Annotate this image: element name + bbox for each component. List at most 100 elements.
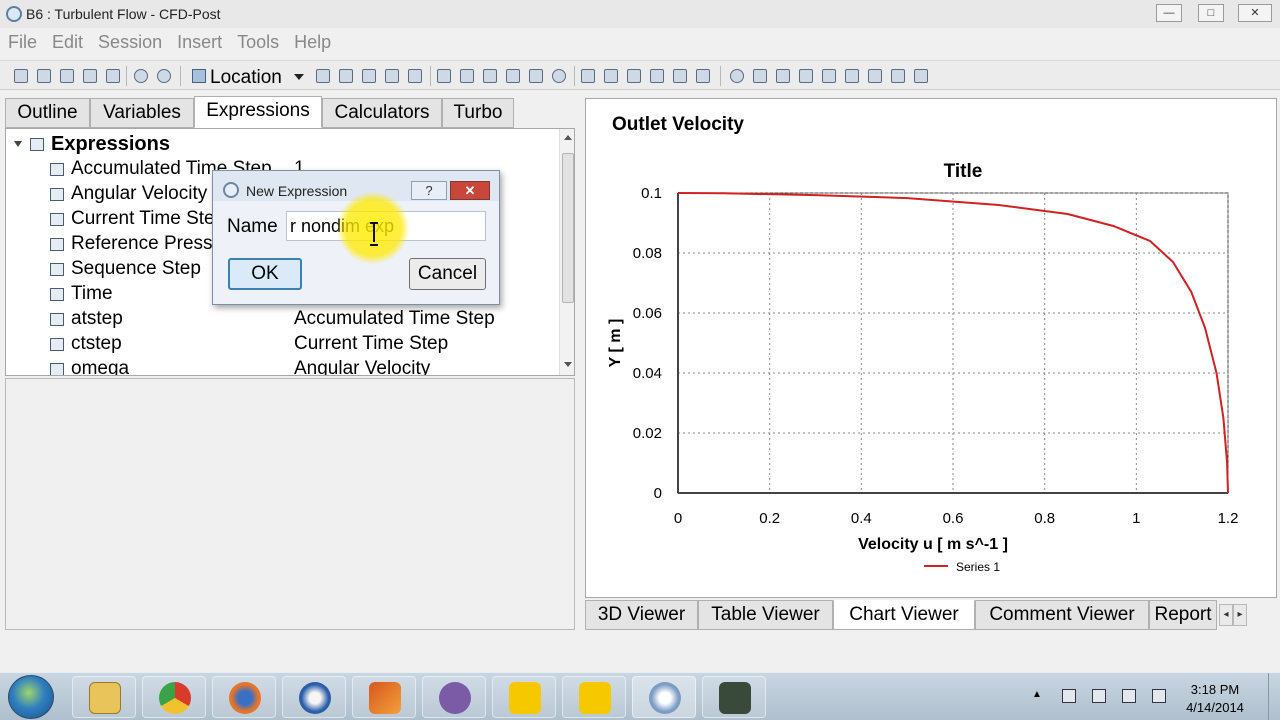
close-button[interactable]: ✕ <box>1238 4 1272 22</box>
minimize-button[interactable]: — <box>1156 4 1182 22</box>
tab-expressions[interactable]: Expressions <box>194 96 322 128</box>
toolbar-separator <box>574 66 575 86</box>
variable-icon[interactable] <box>581 69 595 83</box>
taskbar-matlab[interactable] <box>352 676 416 718</box>
quick-editor-icon[interactable] <box>799 69 813 83</box>
menu-file[interactable]: File <box>0 28 44 53</box>
command-editor-icon[interactable] <box>914 69 928 83</box>
action-center-flag-icon[interactable] <box>1062 689 1076 703</box>
menu-bar: File Edit Session Insert Tools Help <box>0 28 1280 58</box>
menu-insert[interactable]: Insert <box>169 28 229 53</box>
macro-calculator-icon[interactable] <box>868 69 882 83</box>
load-results-icon[interactable] <box>60 69 74 83</box>
coordinate-frame-icon[interactable] <box>460 69 474 83</box>
tab-turbo[interactable]: Turbo <box>442 98 514 128</box>
taskbar-ansys-fluent[interactable] <box>562 676 626 718</box>
ok-button[interactable]: OK <box>228 258 302 290</box>
new-file-icon[interactable] <box>14 69 28 83</box>
legend-icon[interactable] <box>483 69 497 83</box>
details-panel <box>5 378 575 630</box>
tab-chart-viewer[interactable]: Chart Viewer <box>833 600 975 630</box>
redo-icon[interactable] <box>157 69 171 83</box>
show-hidden-icons-icon[interactable]: ▲ <box>1032 689 1046 703</box>
save-picture-icon[interactable] <box>106 69 120 83</box>
tree-item[interactable]: atstep Accumulated Time Step <box>6 307 558 332</box>
figure-icon[interactable] <box>696 69 710 83</box>
dialog-close-button[interactable]: ✕ <box>450 181 490 200</box>
mesh-calculator-icon[interactable] <box>891 69 905 83</box>
clock-icon[interactable] <box>730 69 744 83</box>
location-dropdown[interactable]: Location <box>190 64 308 88</box>
expression-name: omega <box>71 358 130 376</box>
vector-icon[interactable] <box>316 69 330 83</box>
streamline-icon[interactable] <box>362 69 376 83</box>
system-clock[interactable]: 3:18 PM 4/14/2014 <box>1175 681 1255 717</box>
animation-icon[interactable] <box>776 69 790 83</box>
cancel-button[interactable]: Cancel <box>409 258 486 290</box>
taskbar-cfd-post[interactable] <box>632 676 696 718</box>
tab-3d-viewer[interactable]: 3D Viewer <box>585 600 698 630</box>
function-calculator-icon[interactable] <box>845 69 859 83</box>
taskbar-chrome[interactable] <box>142 676 206 718</box>
expression-icon[interactable] <box>604 69 618 83</box>
tree-item[interactable]: ctstep Current Time Step <box>6 332 558 357</box>
color-map-icon[interactable] <box>552 69 566 83</box>
tab-outline[interactable]: Outline <box>5 98 90 128</box>
contour-icon[interactable] <box>339 69 353 83</box>
clip-plane-icon[interactable] <box>529 69 543 83</box>
instance-transform-icon[interactable] <box>506 69 520 83</box>
taskbar-explorer[interactable] <box>72 676 136 718</box>
scroll-up-icon[interactable] <box>564 135 572 140</box>
refresh-icon[interactable] <box>83 69 97 83</box>
expression-icon <box>50 188 64 201</box>
tree-item[interactable]: omega Angular Velocity <box>6 357 558 376</box>
taskbar-ansys-workbench[interactable] <box>492 676 556 718</box>
show-desktop-button[interactable] <box>1268 673 1280 720</box>
open-file-icon[interactable] <box>37 69 51 83</box>
scroll-down-icon[interactable] <box>564 362 572 367</box>
volume-render-icon[interactable] <box>408 69 422 83</box>
maximize-button[interactable]: □ <box>1198 4 1224 22</box>
tab-scroll-right-icon[interactable]: ▸ <box>1233 604 1247 626</box>
menu-session[interactable]: Session <box>90 28 169 53</box>
tab-variables[interactable]: Variables <box>90 98 194 128</box>
chart-heading: Outlet Velocity <box>612 114 744 135</box>
x-tick-label: 0.6 <box>943 510 964 527</box>
tab-comment-viewer[interactable]: Comment Viewer <box>975 600 1149 630</box>
chart-icon[interactable] <box>650 69 664 83</box>
volume-icon[interactable] <box>1122 689 1136 703</box>
tab-calculators[interactable]: Calculators <box>322 98 442 128</box>
expression-name-input[interactable] <box>286 211 486 241</box>
expression-folder-icon <box>30 138 44 151</box>
network-icon[interactable] <box>1092 689 1106 703</box>
chrome-icon <box>159 682 191 714</box>
clock-time: 3:18 PM <box>1190 682 1240 697</box>
window-titlebar: B6 : Turbulent Flow - CFD-Post — □ ✕ <box>0 0 1280 28</box>
y-tick-label: 0.06 <box>633 305 662 322</box>
start-button[interactable] <box>8 675 54 719</box>
timestep-selector-icon[interactable] <box>753 69 767 83</box>
taskbar-thunderbird[interactable] <box>282 676 346 718</box>
menu-tools[interactable]: Tools <box>229 28 286 53</box>
table-icon[interactable] <box>627 69 641 83</box>
scrollbar-thumb[interactable] <box>562 153 574 303</box>
tree-root-expressions[interactable]: Expressions <box>6 132 558 157</box>
text-icon[interactable] <box>437 69 451 83</box>
tab-report-viewer[interactable]: Report <box>1149 600 1217 630</box>
tree-scrollbar[interactable] <box>559 129 574 375</box>
taskbar-terminal[interactable] <box>702 676 766 718</box>
help-button[interactable]: ? <box>411 181 447 200</box>
collapse-arrow-icon[interactable] <box>14 141 22 147</box>
comment-icon[interactable] <box>673 69 687 83</box>
cfd-post-app-icon <box>6 6 22 22</box>
undo-icon[interactable] <box>134 69 148 83</box>
tab-table-viewer[interactable]: Table Viewer <box>698 600 833 630</box>
menu-edit[interactable]: Edit <box>44 28 90 53</box>
tab-scroll-left-icon[interactable]: ◂ <box>1219 604 1233 626</box>
menu-help[interactable]: Help <box>286 28 338 53</box>
taskbar-firefox[interactable] <box>212 676 276 718</box>
taskbar-emacs[interactable] <box>422 676 486 718</box>
probe-icon[interactable] <box>822 69 836 83</box>
particle-track-icon[interactable] <box>385 69 399 83</box>
signal-icon[interactable] <box>1152 689 1166 703</box>
